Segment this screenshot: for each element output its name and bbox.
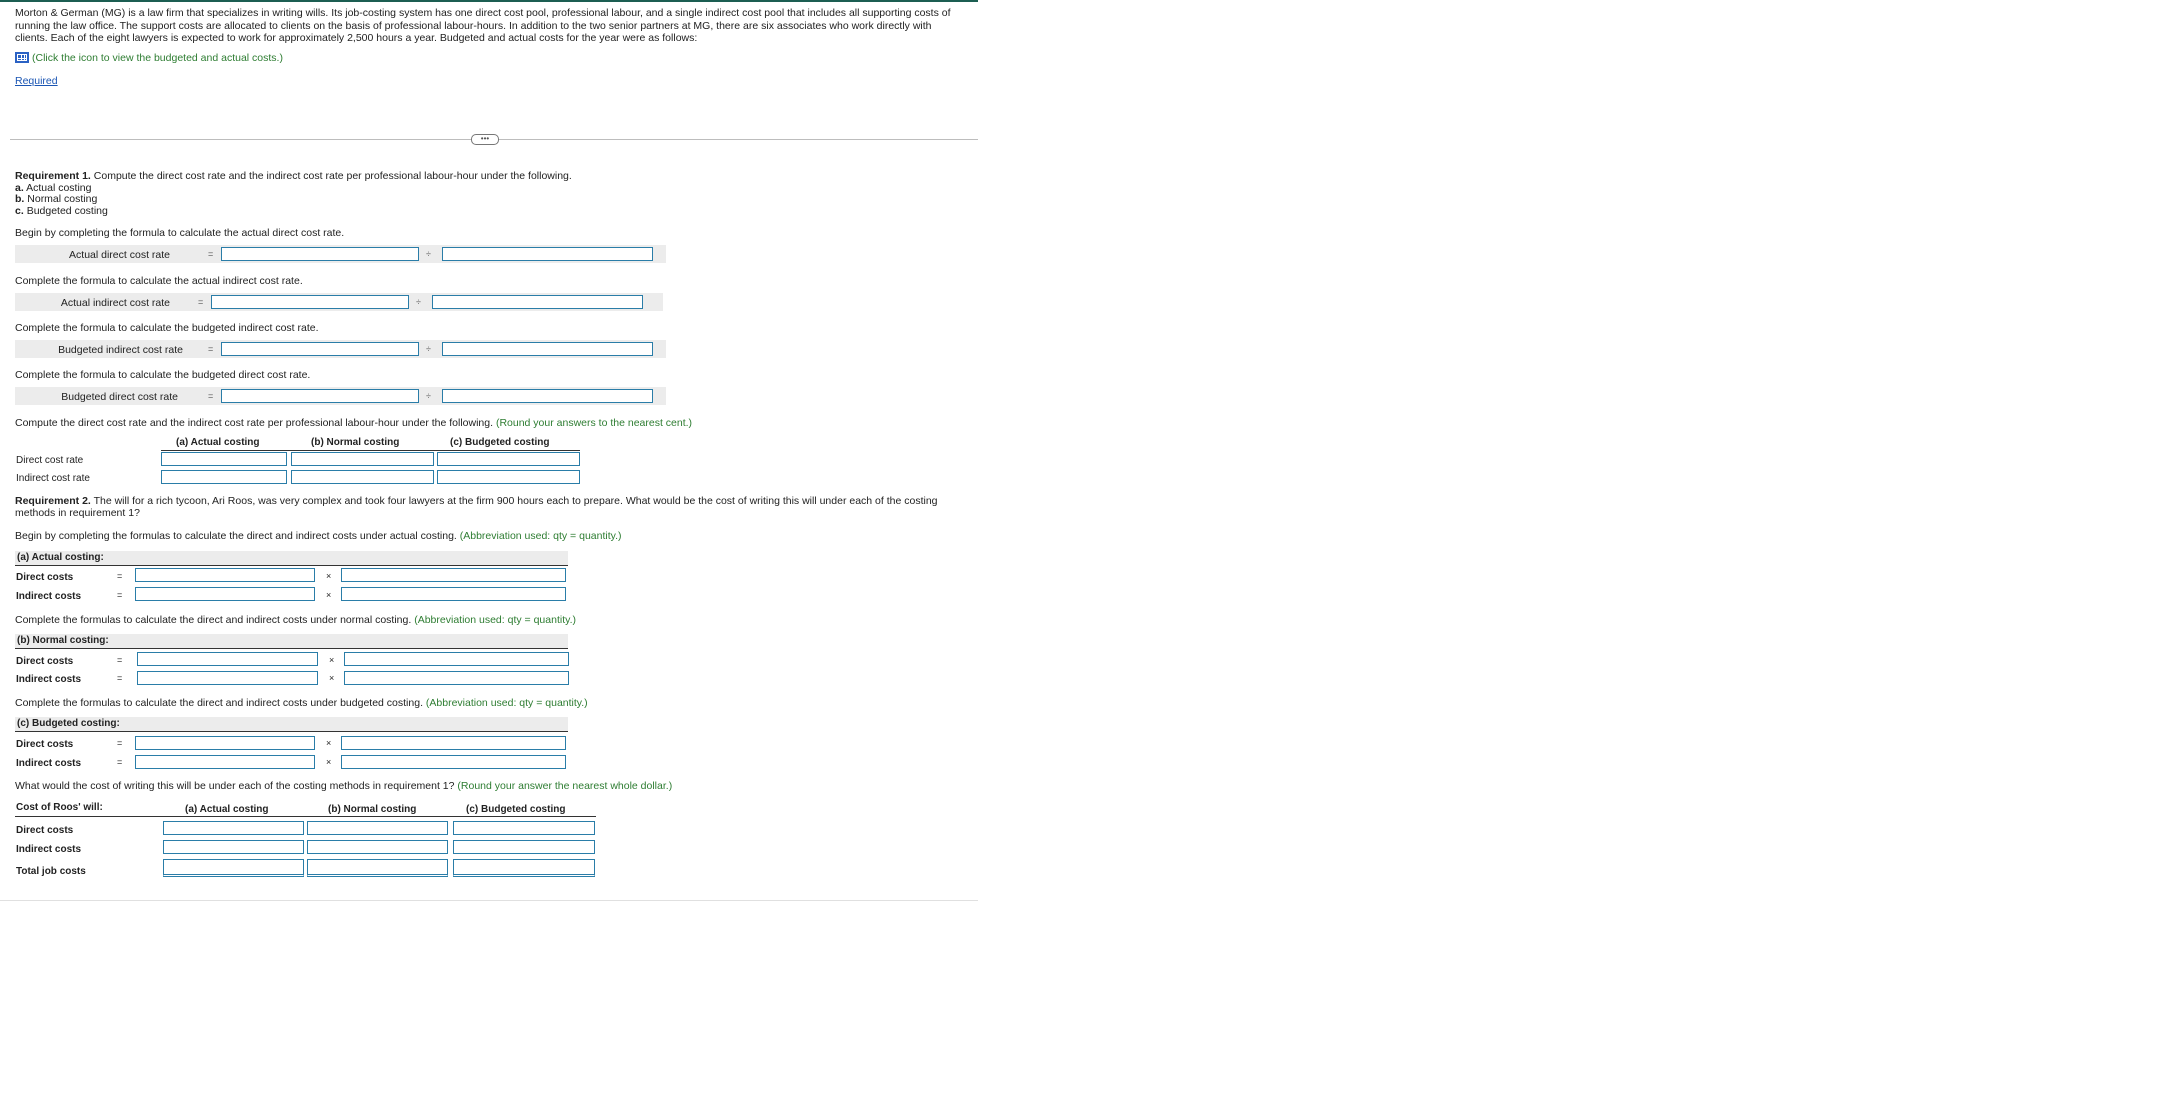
normal-indirect-rate-factor-input[interactable] — [344, 671, 569, 685]
actual-indirect-costs-label: Indirect costs — [16, 591, 82, 602]
denominator-input[interactable] — [432, 295, 643, 309]
data-table-hint[interactable]: (Click the icon to view the budgeted and… — [32, 52, 283, 64]
cost-col-budgeted: (c) Budgeted costing — [466, 804, 566, 815]
cost-row-indirect: Indirect costs — [16, 844, 82, 855]
cost-col-normal: (b) Normal costing — [328, 804, 417, 815]
instr-actual-costs: Begin by completing the formulas to calc… — [15, 530, 622, 542]
budgeted-direct-costs-label: Direct costs — [16, 739, 74, 750]
roos-normal-indirect-input[interactable] — [307, 840, 448, 854]
formula-label: Actual indirect cost rate — [60, 297, 170, 309]
denominator-input[interactable] — [442, 247, 653, 261]
col-budgeted-header: (c) Budgeted costing — [450, 437, 550, 448]
req1-heading: Requirement 1. Compute the direct cost r… — [15, 170, 572, 182]
denominator-input[interactable] — [442, 389, 653, 403]
budgeted-direct-rate-factor-input[interactable] — [341, 736, 566, 750]
formula-label: Actual direct cost rate — [69, 249, 170, 261]
roos-actual-indirect-input[interactable] — [163, 840, 304, 854]
budgeted-indirect-rate-input[interactable] — [437, 470, 580, 484]
normal-direct-rate-input[interactable] — [291, 452, 434, 466]
col-normal-header: (b) Normal costing — [311, 437, 400, 448]
roos-budgeted-direct-input[interactable] — [453, 821, 595, 835]
numerator-input[interactable] — [221, 342, 419, 356]
numerator-input[interactable] — [221, 247, 419, 261]
cost-table-title: Cost of Roos' will: — [16, 802, 103, 813]
roos-normal-direct-input[interactable] — [307, 821, 448, 835]
actual-direct-costs-label: Direct costs — [16, 572, 74, 583]
instr-actual-indirect: Complete the formula to calculate the ac… — [15, 275, 303, 287]
normal-indirect-rate-input[interactable] — [291, 470, 434, 484]
numerator-input[interactable] — [211, 295, 409, 309]
col-actual-header: (a) Actual costing — [176, 437, 260, 448]
normal-costing-section: (b) Normal costing: — [15, 634, 568, 648]
instr-normal-costs: Complete the formulas to calculate the d… — [15, 614, 576, 626]
instr-actual-direct: Begin by completing the formula to calcu… — [15, 227, 345, 239]
actual-direct-rate-input[interactable] — [161, 452, 287, 466]
collapse-handle[interactable]: ••• — [471, 134, 499, 145]
row-direct-cost-rate: Direct cost rate — [16, 455, 84, 466]
req1-option-a: a. Actual costing — [15, 181, 92, 194]
budgeted-indirect-rate-factor-input[interactable] — [341, 755, 566, 769]
cost-row-direct: Direct costs — [16, 825, 74, 836]
top-accent-bar — [0, 0, 978, 2]
cost-row-total: Total job costs — [16, 866, 86, 877]
budgeted-indirect-qty-input[interactable] — [135, 755, 315, 769]
numerator-input[interactable] — [221, 389, 419, 403]
requirement-2-heading: Requirement 2. The will for a rich tycoo… — [15, 495, 938, 519]
data-table-link-row[interactable]: (Click the icon to view the budgeted and… — [15, 51, 965, 64]
actual-indirect-qty-input[interactable] — [135, 587, 315, 601]
formula-actual-direct: Actual direct cost rate = ÷ — [15, 245, 666, 263]
normal-direct-qty-input[interactable] — [137, 652, 318, 666]
budgeted-direct-qty-input[interactable] — [135, 736, 315, 750]
problem-content: Morton & German (MG) is a law firm that … — [15, 7, 965, 87]
actual-direct-qty-input[interactable] — [135, 568, 315, 582]
requirement-1-block: Requirement 1. Compute the direct cost r… — [15, 170, 572, 217]
budgeted-costing-section: (c) Budgeted costing: — [15, 717, 568, 731]
formula-label: Budgeted direct cost rate — [61, 391, 178, 403]
instr-compute-rates: Compute the direct cost rate and the ind… — [15, 417, 693, 429]
cost-col-actual: (a) Actual costing — [185, 804, 269, 815]
actual-indirect-rate-input[interactable] — [161, 470, 287, 484]
table-icon[interactable] — [15, 51, 29, 63]
instr-budgeted-direct: Complete the formula to calculate the bu… — [15, 369, 311, 381]
problem-intro: Morton & German (MG) is a law firm that … — [15, 7, 951, 44]
budgeted-direct-rate-input[interactable] — [437, 452, 580, 466]
roos-budgeted-total-input[interactable] — [453, 859, 595, 877]
roos-normal-total-input[interactable] — [307, 859, 448, 877]
roos-actual-total-input[interactable] — [163, 859, 304, 877]
instr-cost-of-will: What would the cost of writing this will… — [15, 780, 673, 792]
actual-indirect-rate-factor-input[interactable] — [341, 587, 566, 601]
row-indirect-cost-rate: Indirect cost rate — [16, 473, 90, 484]
actual-direct-rate-factor-input[interactable] — [341, 568, 566, 582]
instr-budgeted-indirect: Complete the formula to calculate the bu… — [15, 322, 319, 334]
roos-budgeted-indirect-input[interactable] — [453, 840, 595, 854]
actual-costing-section: (a) Actual costing: — [15, 551, 568, 565]
normal-indirect-qty-input[interactable] — [137, 671, 318, 685]
budgeted-indirect-costs-label: Indirect costs — [16, 758, 82, 769]
required-link[interactable]: Required — [15, 75, 58, 87]
roos-actual-direct-input[interactable] — [163, 821, 304, 835]
normal-direct-costs-label: Direct costs — [16, 656, 74, 667]
denominator-input[interactable] — [442, 342, 653, 356]
req1-option-c: c. Budgeted costing — [15, 204, 108, 217]
formula-budgeted-direct: Budgeted direct cost rate = ÷ — [15, 387, 666, 405]
formula-label: Budgeted indirect cost rate — [58, 344, 183, 356]
formula-actual-indirect: Actual indirect cost rate = ÷ — [15, 293, 663, 311]
formula-budgeted-indirect: Budgeted indirect cost rate = ÷ — [15, 340, 666, 358]
normal-direct-rate-factor-input[interactable] — [344, 652, 569, 666]
normal-indirect-costs-label: Indirect costs — [16, 674, 82, 685]
instr-budgeted-costs: Complete the formulas to calculate the d… — [15, 697, 588, 709]
